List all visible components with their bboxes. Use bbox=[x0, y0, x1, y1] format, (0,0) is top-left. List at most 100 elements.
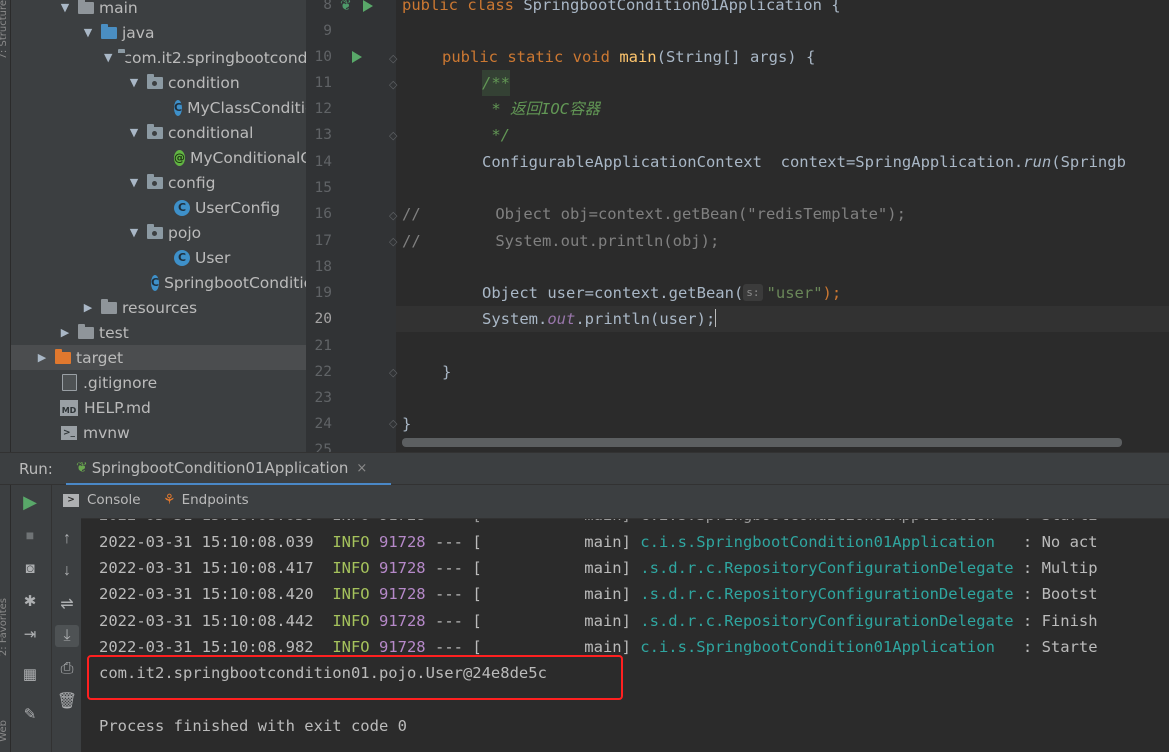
fold-icon[interactable]: ◇ bbox=[389, 52, 397, 65]
tree-item-help-md[interactable]: MD HELP.md bbox=[11, 395, 306, 420]
chevron-down-icon[interactable]: ▼ bbox=[127, 226, 141, 239]
line-number: 11 bbox=[314, 75, 332, 91]
line-number: 14 bbox=[314, 154, 332, 170]
editor-horizontal-scrollbar[interactable] bbox=[402, 438, 1122, 447]
tree-item-user[interactable]: C User bbox=[11, 245, 306, 270]
console-log-line: 2022-03-31 15:10:08.442 INFO 91728 --- [… bbox=[99, 612, 1098, 630]
tab-console[interactable]: > Console bbox=[63, 492, 141, 508]
close-tab-icon[interactable]: × bbox=[356, 461, 367, 476]
tree-item-userconfig[interactable]: C UserConfig bbox=[11, 195, 306, 220]
tree-item-root-package[interactable]: ▼com.it2.springbootcondition01 bbox=[11, 45, 306, 70]
line-number: 16 bbox=[314, 206, 332, 222]
tree-item-config[interactable]: ▼ config bbox=[11, 170, 306, 195]
line-number: 21 bbox=[314, 338, 332, 354]
scroll-to-end-icon[interactable]: ⤓ bbox=[55, 625, 79, 647]
line-number: 22 bbox=[314, 364, 332, 380]
folder-icon bbox=[78, 323, 94, 339]
package-icon bbox=[147, 173, 163, 189]
soft-wrap-icon[interactable]: ⇌ bbox=[55, 593, 79, 615]
package-icon bbox=[147, 223, 163, 239]
chevron-down-icon[interactable]: ▼ bbox=[127, 126, 141, 139]
run-config-tab[interactable]: ❦ SpringbootCondition01Application × bbox=[66, 453, 391, 486]
pin-icon[interactable]: ✎ bbox=[19, 703, 41, 725]
login-icon[interactable]: ⇥ bbox=[19, 623, 41, 645]
source-folder-icon bbox=[101, 23, 117, 39]
print-icon[interactable]: ⎙ bbox=[55, 658, 79, 680]
folder-icon bbox=[78, 0, 94, 14]
text-cursor bbox=[715, 309, 717, 327]
tree-item-application[interactable]: CSpringbootCondition01Application bbox=[11, 270, 306, 295]
package-icon bbox=[147, 73, 163, 89]
layout-icon[interactable]: ▦ bbox=[19, 663, 41, 685]
console-log-line: 2022-03-31 15:10:08.417 INFO 91728 --- [… bbox=[99, 559, 1098, 577]
run-class-icon[interactable] bbox=[363, 0, 373, 12]
arrow-down-icon[interactable]: ↓ bbox=[55, 560, 79, 582]
tree-item-java[interactable]: ▼ java bbox=[11, 20, 306, 45]
console-toolbar: ↑ ↓ ⇌ ⤓ ⎙ 🗑 bbox=[51, 485, 81, 752]
code-line[interactable]: ConfigurableApplicationContext context=S… bbox=[482, 149, 1126, 175]
run-main-icon[interactable] bbox=[352, 51, 362, 63]
chevron-down-icon[interactable]: ▼ bbox=[58, 1, 72, 14]
code-line[interactable]: // System.out.println(obj); bbox=[402, 228, 719, 254]
console-output[interactable]: 2022-03-31 15:10:08.036 INFO 91728 --- [… bbox=[81, 519, 1169, 752]
tree-item-myclasscondition[interactable]: CMyClassCondition bbox=[11, 95, 306, 120]
code-line[interactable]: public static void main(String[] args) { bbox=[442, 44, 815, 70]
annotation-icon: @ bbox=[174, 149, 185, 166]
arrow-up-icon[interactable]: ↑ bbox=[55, 528, 79, 550]
tree-item-gitignore[interactable]: .gitignore bbox=[11, 370, 306, 395]
tree-item-mvnw[interactable]: >_ mvnw bbox=[11, 420, 306, 445]
tab-endpoints[interactable]: ⚘ Endpoints bbox=[163, 492, 249, 508]
chevron-down-icon[interactable]: ▼ bbox=[104, 51, 112, 64]
chevron-right-icon[interactable]: ▶ bbox=[35, 351, 49, 364]
line-number: 23 bbox=[314, 390, 332, 406]
tree-item-condition[interactable]: ▼ condition bbox=[11, 70, 306, 95]
chevron-down-icon[interactable]: ▼ bbox=[81, 26, 95, 39]
code-line[interactable]: Object user=context.getBean(s: "user"); bbox=[482, 280, 841, 306]
web-tool-button[interactable]: Web bbox=[0, 720, 9, 742]
code-line-current[interactable]: System.out.println(user); bbox=[482, 306, 717, 332]
fold-icon[interactable]: ◇ bbox=[389, 417, 397, 430]
camera-icon[interactable]: ◙ bbox=[19, 557, 41, 579]
class-icon: C bbox=[174, 199, 190, 216]
line-number: 25 bbox=[314, 442, 332, 452]
code-line[interactable]: // Object obj=context.getBean("redisTemp… bbox=[402, 201, 906, 227]
code-line[interactable]: public class SpringbootCondition01Applic… bbox=[402, 0, 841, 18]
chevron-down-icon[interactable]: ▼ bbox=[127, 176, 141, 189]
rerun-icon[interactable]: ▶ bbox=[19, 491, 41, 513]
stop-icon[interactable]: ■ bbox=[19, 524, 41, 546]
gitignore-file-icon bbox=[62, 374, 77, 391]
excluded-folder-icon bbox=[55, 348, 71, 364]
trash-icon[interactable]: 🗑 bbox=[55, 690, 79, 712]
code-line[interactable]: */ bbox=[482, 122, 510, 148]
tree-item-test[interactable]: ▶ test bbox=[11, 320, 306, 345]
spring-bean-icon[interactable]: ❦ bbox=[340, 0, 352, 14]
line-number: 10 bbox=[314, 49, 332, 65]
chevron-down-icon[interactable]: ▼ bbox=[127, 76, 141, 89]
class-icon: C bbox=[174, 249, 190, 266]
fold-icon[interactable]: ◇ bbox=[389, 129, 397, 142]
line-number: 8 bbox=[323, 0, 332, 13]
chevron-right-icon[interactable]: ▶ bbox=[58, 326, 72, 339]
debug-settings-icon[interactable]: ✱ bbox=[19, 590, 41, 612]
fold-icon[interactable]: ◇ bbox=[389, 366, 397, 379]
fold-icon[interactable]: ◇ bbox=[389, 209, 397, 222]
line-number: 9 bbox=[323, 23, 332, 39]
code-editor[interactable]: 8 9 10 11 12 13 14 15 16 17 18 19 20 21 … bbox=[306, 0, 1169, 452]
tree-item-conditional[interactable]: ▼ conditional bbox=[11, 120, 306, 145]
fold-icon[interactable]: ◇ bbox=[389, 235, 397, 248]
code-line[interactable]: /** bbox=[482, 70, 510, 96]
code-line[interactable]: * 返回IOC容器 bbox=[482, 96, 600, 122]
fold-icon[interactable]: ◇ bbox=[389, 78, 397, 91]
code-line[interactable]: } bbox=[442, 359, 451, 385]
code-line[interactable]: } bbox=[402, 411, 411, 437]
favorites-tool-button[interactable]: 2: Favorites bbox=[0, 598, 9, 656]
line-number: 24 bbox=[314, 416, 332, 432]
tree-item-myconditionalonclass[interactable]: @MyConditionalOnClass bbox=[11, 145, 306, 170]
tree-item-main[interactable]: ▼ main bbox=[11, 0, 306, 20]
structure-tool-button[interactable]: 7: Structure bbox=[0, 0, 9, 59]
tree-item-target[interactable]: ▶ target bbox=[11, 345, 306, 370]
console-log-line: 2022-03-31 15:10:08.039 INFO 91728 --- [… bbox=[99, 533, 1098, 551]
chevron-right-icon[interactable]: ▶ bbox=[81, 301, 95, 314]
tree-item-pojo[interactable]: ▼ pojo bbox=[11, 220, 306, 245]
tree-item-resources[interactable]: ▶ resources bbox=[11, 295, 306, 320]
